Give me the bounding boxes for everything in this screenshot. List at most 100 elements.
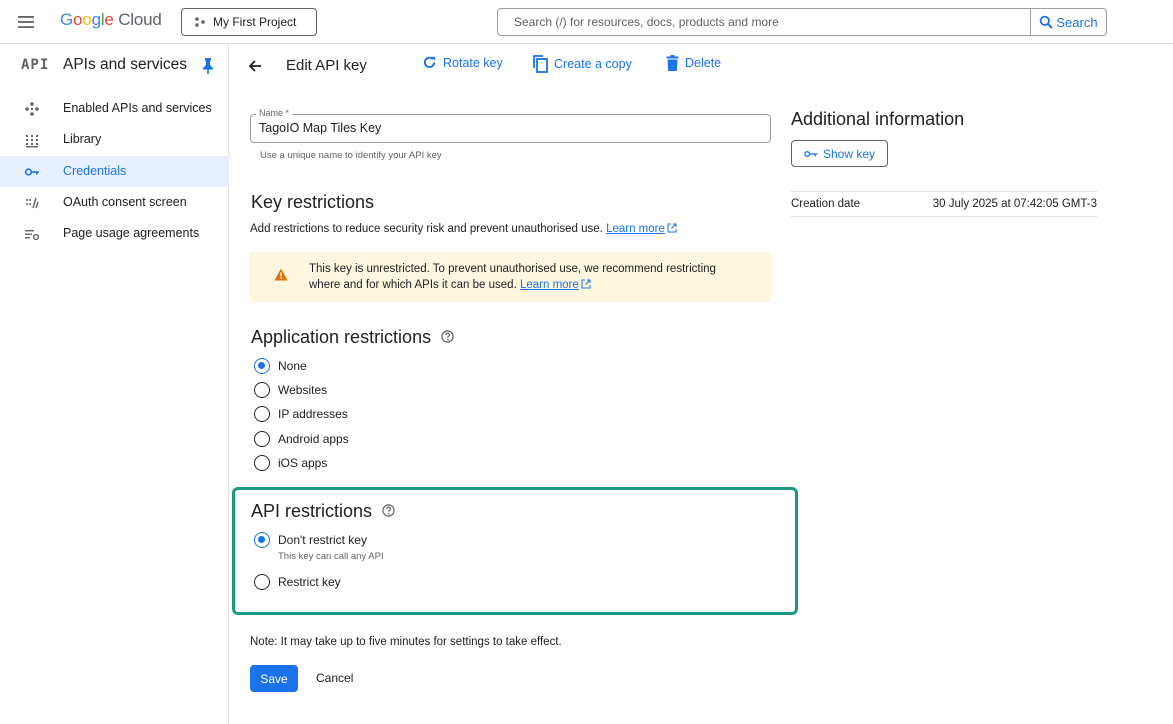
logo-letter: o: [73, 10, 83, 29]
radio-button[interactable]: [254, 406, 270, 422]
sidebar-item-credentials[interactable]: Credentials: [0, 156, 229, 187]
rotate-key-label: Rotate key: [443, 55, 503, 70]
creation-date-value: 30 July 2025 at 07:42:05 GMT-3: [932, 198, 1097, 210]
radio-label: Don't restrict key: [278, 533, 367, 547]
api-hub-icon: [25, 102, 39, 116]
back-arrow-icon[interactable]: [245, 56, 265, 76]
top-bar: Google Cloud My First Project Search (/)…: [0, 0, 1173, 44]
creation-date-row: Creation date 30 July 2025 at 07:42:05 G…: [791, 191, 1097, 217]
radio-button[interactable]: [254, 532, 270, 548]
radio-label: Android apps: [278, 432, 349, 446]
app-restriction-websites[interactable]: Websites: [254, 382, 327, 398]
search-placeholder: Search (/) for resources, docs, products…: [514, 15, 779, 29]
pin-icon[interactable]: [201, 57, 215, 75]
google-cloud-logo[interactable]: Google Cloud: [60, 10, 162, 30]
warning-learn-more-link[interactable]: Learn more: [520, 279, 579, 291]
search-icon: [1040, 15, 1054, 29]
help-icon[interactable]: [382, 504, 395, 517]
application-restrictions-label: Application restrictions: [251, 327, 432, 347]
warning-text: This key is unrestricted. To prevent una…: [309, 261, 759, 293]
radio-label: IP addresses: [278, 407, 348, 421]
app-restriction-none[interactable]: None: [254, 358, 307, 374]
settings-note: Note: It may take up to five minutes for…: [250, 636, 562, 648]
search-input[interactable]: Search (/) for resources, docs, products…: [497, 8, 1030, 36]
radio-button[interactable]: [254, 431, 270, 447]
radio-button[interactable]: [254, 574, 270, 590]
application-restrictions-title: Application restrictions: [251, 327, 454, 348]
api-restriction-restrict-key[interactable]: Restrict key: [254, 574, 341, 590]
name-field[interactable]: [250, 114, 771, 143]
hamburger-menu-icon[interactable]: [16, 12, 36, 32]
key-icon: [804, 150, 818, 157]
key-icon: [24, 168, 39, 176]
sidebar-item-oauth-consent[interactable]: OAuth consent screen: [0, 187, 229, 218]
app-restriction-ip-addresses[interactable]: IP addresses: [254, 406, 348, 422]
api-restriction-dont-restrict[interactable]: Don't restrict key: [254, 532, 367, 548]
search-button-label: Search: [1056, 14, 1098, 30]
app-restriction-android-apps[interactable]: Android apps: [254, 431, 349, 447]
help-icon[interactable]: [441, 330, 454, 343]
rotate-key-button[interactable]: Rotate key: [422, 55, 503, 70]
name-field-label: Name *: [256, 108, 293, 118]
additional-info-title: Additional information: [791, 109, 965, 129]
key-restrictions-title: Key restrictions: [251, 192, 375, 212]
creation-date-label: Creation date: [791, 198, 861, 210]
sidebar-title: APIs and services: [63, 56, 188, 73]
radio-button[interactable]: [254, 358, 270, 374]
app-restriction-ios-apps[interactable]: iOS apps: [254, 455, 327, 471]
show-key-label: Show key: [822, 146, 876, 161]
show-key-button[interactable]: Show key: [791, 140, 888, 167]
name-input[interactable]: [259, 121, 759, 135]
radio-label: None: [278, 359, 307, 373]
sidebar-item-page-usage[interactable]: Page usage agreements: [0, 218, 229, 249]
sidebar-item-enabled-apis[interactable]: Enabled APIs and services: [0, 93, 229, 124]
search-button[interactable]: Search: [1030, 8, 1107, 36]
save-button[interactable]: Save: [250, 665, 298, 692]
api-restrictions-title: API restrictions: [251, 501, 395, 522]
logo-letter: G: [60, 10, 74, 29]
warning-line-2: where and for which APIs it can be used.: [309, 279, 517, 291]
api-badge-icon: API: [21, 57, 50, 73]
unrestricted-warning: This key is unrestricted. To prevent una…: [250, 252, 771, 302]
name-helper-text: Use a unique name to identify your API k…: [260, 150, 442, 161]
radio-label: iOS apps: [278, 456, 328, 470]
create-copy-button[interactable]: Create a copy: [532, 55, 632, 73]
learn-more-label: Learn more: [519, 279, 579, 291]
warning-line-1: This key is unrestricted. To prevent una…: [309, 263, 716, 275]
cancel-button[interactable]: Cancel: [316, 671, 353, 685]
logo-letter: g: [91, 10, 101, 29]
learn-more-link[interactable]: Learn more: [606, 223, 665, 235]
sidebar-header: API APIs and services: [0, 44, 229, 88]
sidebar-item-label: Enabled APIs and services: [63, 101, 212, 115]
sidebar: API APIs and services Enabled APIs and s…: [0, 44, 229, 724]
project-dots-icon: [195, 17, 205, 27]
sidebar-item-label: OAuth consent screen: [63, 195, 187, 209]
project-picker-button[interactable]: My First Project: [181, 8, 317, 36]
api-restrictions-label: API restrictions: [251, 501, 373, 521]
sidebar-item-label: Library: [63, 132, 102, 146]
dont-restrict-subtext: This key can call any API: [278, 551, 384, 562]
warning-icon: [274, 268, 288, 281]
learn-more-label: Learn more: [606, 223, 665, 235]
sidebar-item-library[interactable]: Library: [0, 124, 229, 155]
logo-letter: e: [104, 10, 114, 29]
radio-button[interactable]: [254, 455, 270, 471]
library-icon: [26, 135, 38, 148]
rotate-icon: [423, 56, 436, 68]
create-copy-label: Create a copy: [554, 57, 632, 71]
copy-icon: [533, 55, 548, 73]
page-title: Edit API key: [286, 57, 367, 74]
radio-label: Restrict key: [278, 575, 341, 589]
radio-button[interactable]: [254, 382, 270, 398]
oauth-icon: [26, 197, 39, 209]
delete-label: Delete: [685, 56, 722, 70]
key-restrictions-description: Add restrictions to reduce security risk…: [250, 223, 677, 235]
sidebar-item-label: Credentials: [63, 164, 127, 178]
delete-button[interactable]: Delete: [666, 55, 721, 71]
sidebar-item-label: Page usage agreements: [63, 226, 200, 240]
project-name: My First Project: [213, 15, 297, 29]
logo-letter: o: [82, 10, 92, 29]
external-link-icon: [581, 279, 591, 289]
key-restrictions-text: Add restrictions to reduce security risk…: [250, 223, 603, 235]
radio-label: Websites: [278, 383, 328, 397]
